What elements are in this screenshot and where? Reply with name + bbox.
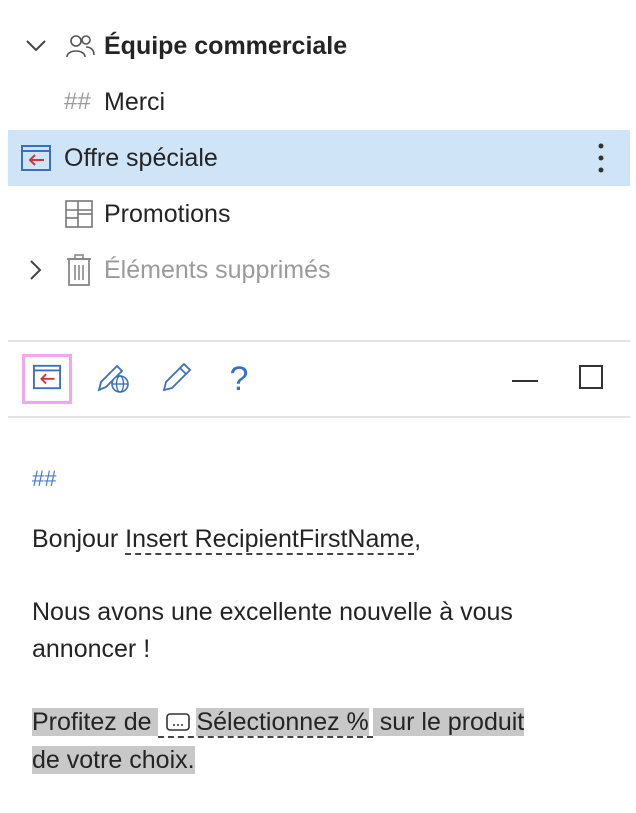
- preview-heading: ##: [32, 466, 57, 491]
- insert-template-icon: [32, 363, 62, 396]
- tree-group-label: Équipe commerciale: [104, 31, 348, 60]
- tree-item-label: Éléments supprimés: [104, 255, 331, 284]
- chevron-right-icon[interactable]: [24, 258, 48, 282]
- offer-field-label: Sélectionnez %: [196, 708, 369, 736]
- offer-rest: sur le produit: [372, 708, 525, 736]
- maximize-icon: [579, 364, 603, 394]
- divider: [8, 340, 630, 342]
- greeting-prefix: Bonjour: [32, 525, 126, 553]
- people-icon: [64, 33, 96, 59]
- input-field-icon: [166, 705, 191, 742]
- tree-item-promotions[interactable]: Promotions: [0, 186, 636, 242]
- body-text: Nous avons une excellente nouvelle à vou…: [32, 598, 513, 663]
- tree-item-label: Offre spéciale: [64, 143, 218, 172]
- tree-item-elements-supprimes[interactable]: Éléments supprimés: [0, 242, 636, 298]
- minimize-button[interactable]: [500, 354, 550, 404]
- minimize-icon: [512, 370, 538, 388]
- tree-item-merci[interactable]: ## Merci: [0, 74, 636, 130]
- trash-icon: [66, 254, 92, 286]
- help-icon: ?: [229, 359, 249, 398]
- more-options-icon[interactable]: [586, 140, 616, 176]
- table-icon: [64, 199, 94, 229]
- template-preview: ## Bonjour Insert RecipientFirstName, No…: [32, 460, 602, 779]
- hash-prefix: ##: [64, 88, 91, 115]
- divider: [8, 416, 630, 418]
- help-button[interactable]: ?: [214, 354, 264, 404]
- offer-tail: de votre choix.: [32, 745, 195, 774]
- edit-button[interactable]: [152, 354, 202, 404]
- chevron-down-icon[interactable]: [24, 34, 48, 58]
- edit-web-button[interactable]: [88, 354, 138, 404]
- tree-group-equipe-commerciale[interactable]: Équipe commerciale: [0, 18, 636, 74]
- insert-template-button[interactable]: [22, 354, 72, 404]
- template-tree: Équipe commerciale ## Merci Offre spécia…: [0, 18, 636, 298]
- offer-prefix: Profitez de: [32, 708, 159, 736]
- edit-web-icon: [95, 359, 131, 400]
- preview-toolbar: ?: [8, 344, 630, 416]
- greeting-line: Bonjour Insert RecipientFirstName,: [32, 521, 602, 558]
- greeting-suffix: ,: [414, 525, 422, 553]
- tree-item-offre-speciale[interactable]: Offre spéciale: [8, 130, 630, 186]
- template-insert-icon: [20, 143, 52, 173]
- pencil-icon: [160, 360, 194, 399]
- offer-line: Profitez de Sélectionnez % sur le produi…: [32, 704, 602, 779]
- tree-item-label: Promotions: [104, 199, 231, 228]
- maximize-button[interactable]: [566, 354, 616, 404]
- recipient-firstname-field[interactable]: Insert RecipientFirstName: [125, 525, 415, 555]
- tree-item-label: Merci: [104, 87, 166, 116]
- offer-field[interactable]: Sélectionnez %: [158, 708, 373, 738]
